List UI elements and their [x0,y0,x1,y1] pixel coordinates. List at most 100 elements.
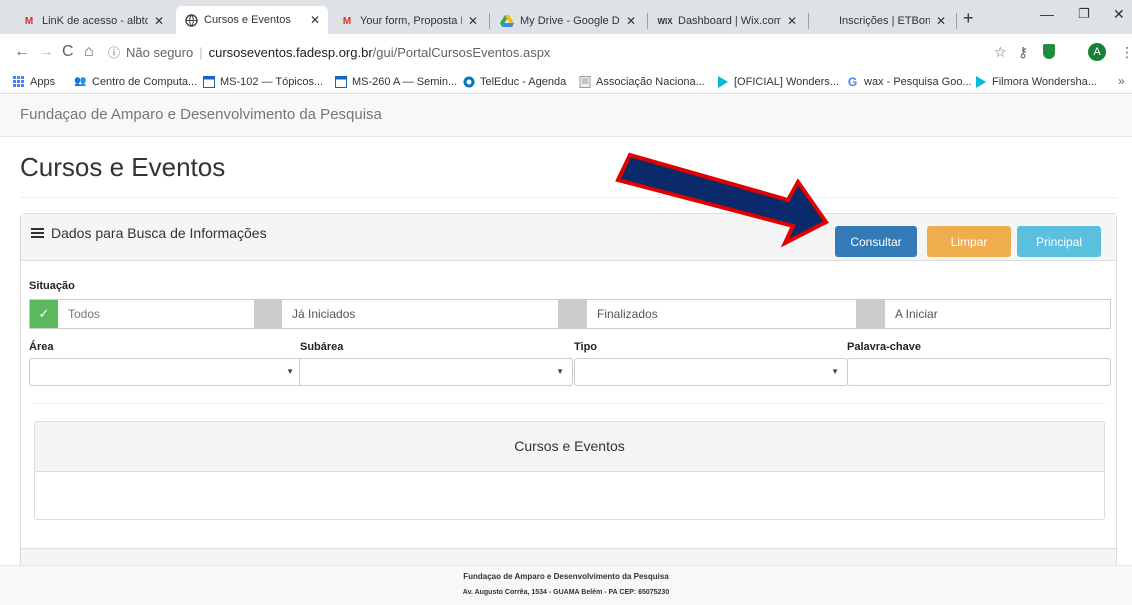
subarea-label: Subárea [300,341,344,353]
url-field[interactable]: ⓘ Não seguro | cursoseventos.fadesp.org.… [108,39,1038,65]
gmail-icon: M [342,15,352,27]
situacao-option-finalizados[interactable]: Finalizados [558,299,857,329]
wondershare-icon [974,75,987,88]
results-panel: Cursos e Eventos [34,421,1105,520]
checkbox-empty[interactable] [254,300,282,328]
bookmark-item[interactable]: G wax - Pesquisa Goo... [846,74,972,89]
browser-tab[interactable]: WIX Dashboard | Wix.com ✕ [650,8,805,34]
situacao-option-ja-iniciados[interactable]: Já Iniciados [254,299,559,329]
browser-tab[interactable]: My Drive - Google Drive ✕ [492,8,644,34]
tab-separator [647,13,648,29]
bookmark-label: wax - Pesquisa Goo... [864,75,972,88]
checkbox-empty[interactable] [559,300,587,328]
bookmark-label: Centro de Computa... [92,75,198,88]
tab-title: Inscrições | ETBonline [839,15,930,27]
results-panel-header: Cursos e Eventos [35,422,1104,472]
consultar-button[interactable]: Consultar [835,226,917,257]
bookmark-item[interactable]: Filmora Wondersha... [974,75,1097,88]
list-icon [31,227,44,239]
google-icon: G [847,74,858,89]
window-close-icon[interactable]: ✕ [1113,6,1125,23]
people-icon: 👥 [74,76,87,87]
close-icon[interactable]: ✕ [626,14,636,28]
situacao-option-todos[interactable]: ✓ Todos [29,299,255,329]
palavra-chave-input[interactable] [847,358,1111,386]
apps-grid-icon [12,75,25,88]
bookmark-label: [OFICIAL] Wonders... [734,75,839,88]
menu-kebab-icon[interactable]: ⋮ [1120,44,1132,61]
key-icon[interactable]: ⚷ [1018,44,1028,61]
area-select[interactable]: ▼ [29,358,303,386]
divider [33,403,1106,404]
new-tab-button[interactable]: + [963,8,974,29]
close-icon[interactable]: ✕ [154,14,164,28]
bookmarks-bar: Apps 👥 Centro de Computa... MS-102 — Tóp… [0,70,1132,94]
url-divider: | [199,44,203,60]
situacao-option-label: A Iniciar [895,307,938,321]
chevron-down-icon: ▼ [556,367,564,376]
tab-title: My Drive - Google Drive [520,15,620,27]
bookmark-item[interactable]: [OFICIAL] Wonders... [716,75,839,88]
bookmark-label: Associação Naciona... [596,75,705,88]
checkbox-empty[interactable] [857,300,885,328]
bookmark-label: TelEduc - Agenda [480,75,567,88]
extension-shield-icon[interactable] [1043,44,1055,59]
browser-tab[interactable]: Inscrições | ETBonline ✕ [811,8,954,34]
situacao-option-a-iniciar[interactable]: A Iniciar [856,299,1111,329]
tab-title: Cursos e Eventos [204,14,291,26]
url-path: /gui/PortalCursosEventos.aspx [372,44,551,60]
subarea-select[interactable]: ▼ [299,358,573,386]
site-navbar: Fundaçao de Amparo e Desenvolvimento da … [0,95,1132,137]
tab-separator [489,13,490,29]
browser-tab[interactable]: M Your form, Proposta ET ✕ [332,8,486,34]
calendar-icon [334,75,347,88]
bookmark-item[interactable]: 👥 Centro de Computa... [74,75,197,88]
bookmark-label: MS-260 A — Semin... [352,75,458,88]
search-panel-title: Dados para Busca de Informações [31,225,267,241]
close-icon[interactable]: ✕ [787,14,797,28]
minimize-icon[interactable]: — [1040,6,1054,22]
browser-tab-active[interactable]: Cursos e Eventos ✕ [176,6,328,34]
close-icon[interactable]: ✕ [310,13,320,27]
profile-avatar[interactable]: A [1088,43,1106,61]
site-footer: Fundaçao de Amparo e Desenvolvimento da … [0,565,1132,605]
bookmark-item[interactable]: Associação Naciona... [578,75,705,88]
bookmark-star-icon[interactable]: ☆ [994,44,1007,61]
close-icon[interactable]: ✕ [468,14,478,28]
check-icon[interactable]: ✓ [30,300,58,328]
bookmark-item[interactable]: TelEduc - Agenda [462,75,566,88]
forward-arrow-icon[interactable]: → [38,43,54,61]
bookmark-item[interactable]: MS-260 A — Semin... [334,75,457,88]
principal-button[interactable]: Principal [1017,226,1101,257]
tab-title: Dashboard | Wix.com [678,15,781,27]
search-panel: Dados para Busca de Informações Consulta… [20,213,1117,583]
footer-address: Av. Augusto Corrêa, 1534 - GUAMA Belém -… [462,589,670,596]
footer-org-name: Fundaçao de Amparo e Desenvolvimento da … [463,572,669,581]
gmail-icon: M [24,15,34,27]
tipo-select[interactable]: ▼ [574,358,848,386]
bookmarks-overflow-button[interactable]: » [1118,74,1125,88]
wondershare-icon [716,75,729,88]
restore-icon[interactable]: ❐ [1078,6,1090,22]
situacao-option-label: Finalizados [597,307,658,321]
home-icon[interactable]: ⌂ [84,43,94,61]
site-brand[interactable]: Fundaçao de Amparo e Desenvolvimento da … [20,106,382,123]
doc-icon [578,75,591,88]
close-icon[interactable]: ✕ [936,14,946,28]
search-panel-header: Dados para Busca de Informações Consulta… [21,214,1116,261]
limpar-button[interactable]: Limpar [927,226,1011,257]
chevron-down-icon: ▼ [286,367,294,376]
drive-icon [500,14,514,28]
back-arrow-icon[interactable]: ← [14,43,30,61]
tab-separator [808,13,809,29]
info-icon[interactable]: ⓘ [108,44,120,61]
browser-tab[interactable]: M LinK de acesso - albtdia ✕ [14,8,172,34]
situacao-option-label: Já Iniciados [292,307,356,321]
reload-icon[interactable]: C [62,43,74,61]
situacao-label: Situação [29,280,75,292]
tipo-label: Tipo [574,341,598,353]
tab-separator [956,13,957,29]
bookmark-apps[interactable]: Apps [12,75,55,88]
bookmark-item[interactable]: MS-102 — Tópicos... [202,75,323,88]
globe-icon [184,13,198,27]
